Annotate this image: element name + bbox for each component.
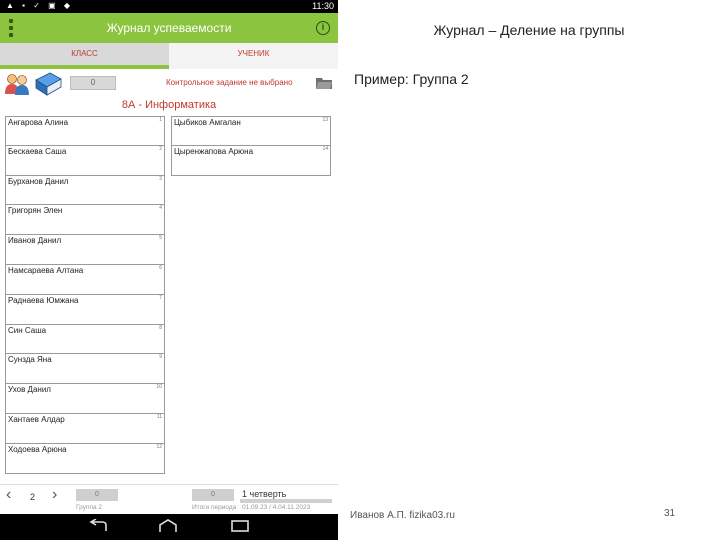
student-cell[interactable]: Цыбиков Амгалан 13 <box>171 116 331 146</box>
tab-class[interactable]: КЛАСС <box>0 43 169 69</box>
student-name: Цыбиков Амгалан <box>174 118 241 127</box>
student-cell[interactable]: Ухов Данил 10 <box>5 384 165 414</box>
app-bar: Журнал успеваемости i <box>0 13 338 43</box>
period-label: Итоги периода <box>192 504 237 511</box>
slide-page-number: 31 <box>664 508 676 519</box>
info-icon[interactable]: i <box>316 21 330 35</box>
student-number: 3 <box>159 175 162 182</box>
student-name: Бескаева Саша <box>8 146 67 156</box>
recent-apps-icon[interactable] <box>230 520 250 532</box>
student-cell[interactable]: Раднаева Юмжана 7 <box>5 294 165 325</box>
student-name: Ухов Данил <box>8 385 51 395</box>
period-dates: 01.09.23 / 4.04.11.2023 <box>242 504 311 511</box>
student-number: 7 <box>159 294 162 301</box>
tab-student[interactable]: УЧЕНИК <box>169 43 338 69</box>
student-cell[interactable]: Намсараева Алтана 6 <box>5 265 165 295</box>
student-cell[interactable]: Иванов Данил 5 <box>5 235 165 265</box>
group-score-field[interactable]: 0 <box>76 489 118 501</box>
student-number: 13 <box>322 117 328 123</box>
student-name: Григорян Элен <box>8 206 63 216</box>
status-time: 11:30 <box>312 1 334 11</box>
student-cell[interactable]: Син Саша 8 <box>5 324 165 355</box>
student-number: 4 <box>159 205 162 212</box>
student-number: 6 <box>159 265 162 271</box>
student-number: 9 <box>159 354 162 361</box>
period-score-field[interactable]: 0 <box>192 489 234 501</box>
score-field[interactable]: 0 <box>70 76 116 90</box>
student-cell[interactable]: Хантаев Алдар 11 <box>5 414 165 444</box>
student-name: Намсараева Алтана <box>8 266 84 275</box>
student-cell[interactable]: Ходоева Арюна 12 <box>5 443 165 474</box>
quarter-progress-bar <box>240 499 332 503</box>
status-icons: ▲ ▪ ✓ ▣ ◆ <box>6 1 74 10</box>
student-number: 5 <box>159 235 162 242</box>
group-icon[interactable] <box>4 72 30 96</box>
student-number: 12 <box>156 443 162 450</box>
next-page-icon[interactable]: › <box>52 487 57 503</box>
student-cell[interactable]: Бурханов Данил 3 <box>5 175 165 206</box>
tablet-screenshot: ▲ ▪ ✓ ▣ ◆ 11:30 Журнал успеваемости i КЛ… <box>0 0 338 540</box>
app-title: Журнал успеваемости <box>106 21 232 35</box>
home-icon[interactable] <box>158 519 178 533</box>
status-bar: ▲ ▪ ✓ ▣ ◆ 11:30 <box>0 0 338 13</box>
student-number: 8 <box>159 324 162 331</box>
prev-page-icon[interactable]: ‹ <box>6 487 11 503</box>
page-number: 2 <box>30 492 36 502</box>
bottom-bar: ‹ 2 › 0 Группа 2 0 Итоги периода 1 четве… <box>0 484 338 514</box>
back-icon[interactable] <box>88 519 108 533</box>
folder-icon[interactable] <box>316 76 332 89</box>
android-nav-bar <box>0 514 338 540</box>
slide-title: Журнал – Деление на группы <box>433 22 625 38</box>
book-icon[interactable] <box>33 70 63 98</box>
quarter-selector[interactable]: 1 четверть <box>242 489 286 499</box>
student-number: 2 <box>159 145 162 152</box>
student-name: Ангарова Алина <box>8 118 69 127</box>
student-name: Цыренжапова Арюна <box>174 146 254 156</box>
student-cell[interactable]: Ангарова Алина 1 <box>5 116 165 146</box>
student-cell[interactable]: Цыренжапова Арюна 14 <box>171 145 331 176</box>
student-number: 14 <box>322 145 328 152</box>
student-name: Хантаев Алдар <box>8 415 65 424</box>
student-cell[interactable]: Бескаева Саша 2 <box>5 145 165 176</box>
group-label: Группа 2 <box>76 504 103 511</box>
task-status-text[interactable]: Контрольное задание не выбрано <box>166 78 293 87</box>
student-name: Син Саша <box>8 325 47 335</box>
student-number: 1 <box>159 117 162 123</box>
student-cell[interactable]: Григорян Элен 4 <box>5 205 165 236</box>
student-name: Ходоева Арюна <box>8 444 67 454</box>
class-title: 8А - Информатика <box>121 99 217 111</box>
journal-toolbar: 0 Контрольное задание не выбрано <box>0 70 338 98</box>
student-name: Иванов Данил <box>8 236 62 246</box>
student-name: Раднаева Юмжана <box>8 295 79 305</box>
slide-subtitle: Пример: Группа 2 <box>354 71 469 87</box>
student-name: Бурханов Данил <box>8 176 69 186</box>
student-number: 10 <box>156 384 162 391</box>
student-cell[interactable]: Сунзда Яна 9 <box>5 354 165 385</box>
student-name: Сунзда Яна <box>8 355 52 365</box>
tab-bar: КЛАСС УЧЕНИК <box>0 43 338 69</box>
student-number: 11 <box>156 414 162 420</box>
slide-author: Иванов А.П. fizika03.ru <box>350 510 455 521</box>
